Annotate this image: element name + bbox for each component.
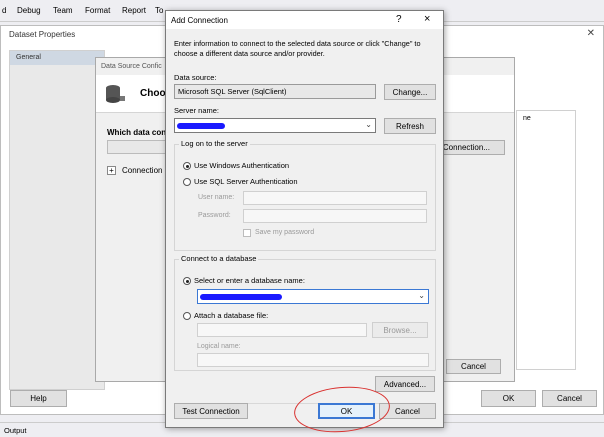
browse-button[interactable]: Browse... — [372, 322, 428, 338]
nav-item-general[interactable]: General — [10, 51, 104, 65]
server-name-label: Server name: — [174, 106, 220, 115]
menu-item-report[interactable]: Report — [122, 6, 146, 15]
attach-db-radio[interactable] — [183, 312, 191, 320]
select-db-radio[interactable] — [183, 277, 191, 285]
dialog-title: Add Connection — [171, 16, 228, 25]
dataset-properties-title: Dataset Properties — [9, 30, 76, 39]
which-connection-label: Which data conn — [107, 128, 171, 137]
wizard-title: Data Source Confic — [101, 63, 162, 70]
sql-auth-radio[interactable] — [183, 178, 191, 186]
database-group-label: Connect to a database — [179, 254, 259, 263]
close-icon[interactable]: × — [424, 13, 430, 25]
menu-item-tools[interactable]: To — [155, 6, 163, 15]
help-icon[interactable]: ? — [396, 14, 402, 25]
save-password-label[interactable]: Save my password — [255, 229, 314, 236]
logon-group-label: Log on to the server — [179, 139, 250, 148]
database-name-combo[interactable]: ⌄ — [197, 289, 429, 304]
output-tab[interactable]: Output — [4, 426, 27, 435]
logical-name-label: Logical name: — [197, 343, 241, 350]
dataset-cancel-button[interactable]: Cancel — [542, 390, 597, 407]
save-password-checkbox[interactable] — [243, 229, 251, 237]
test-connection-button[interactable]: Test Connection — [174, 403, 248, 419]
help-button[interactable]: Help — [10, 390, 67, 407]
sql-auth-label[interactable]: Use SQL Server Authentication — [194, 177, 298, 186]
database-group: Connect to a database Select or enter a … — [174, 254, 436, 371]
add-connection-dialog: Add Connection ? × Enter information to … — [165, 10, 444, 428]
wizard-list: ne — [516, 110, 576, 370]
wizard-cancel-button[interactable]: Cancel — [446, 359, 501, 374]
database-icon — [106, 85, 125, 103]
chevron-down-icon[interactable]: ⌄ — [418, 291, 425, 300]
refresh-button[interactable]: Refresh — [384, 118, 436, 134]
chevron-down-icon[interactable]: ⌄ — [365, 120, 372, 129]
data-source-label: Data source: — [174, 73, 217, 82]
user-name-field[interactable] — [243, 191, 427, 205]
connection-combo[interactable] — [107, 140, 167, 154]
dataset-ok-button[interactable]: OK — [481, 390, 536, 407]
intro-text: Enter information to connect to the sele… — [174, 39, 421, 58]
menu-item-tools-partial[interactable]: d — [2, 6, 6, 15]
expand-icon[interactable]: + — [107, 166, 116, 175]
data-source-field: Microsoft SQL Server (SqlClient) — [174, 84, 376, 99]
menu-item-debug[interactable]: Debug — [17, 6, 41, 15]
logon-group: Log on to the server Use Windows Authent… — [174, 139, 436, 251]
attach-db-label[interactable]: Attach a database file: — [194, 311, 268, 320]
change-button[interactable]: Change... — [384, 84, 436, 100]
connection-string-label: Connection — [122, 166, 163, 175]
close-icon[interactable]: ✕ — [587, 28, 595, 39]
dataset-nav-pane: General — [9, 50, 105, 390]
wizard-heading: Choo — [140, 88, 166, 99]
windows-auth-label[interactable]: Use Windows Authentication — [194, 161, 289, 170]
logical-name-field[interactable] — [197, 353, 429, 367]
menu-item-format[interactable]: Format — [85, 6, 110, 15]
attach-db-path-field[interactable] — [197, 323, 367, 337]
password-field[interactable] — [243, 209, 427, 223]
password-label: Password: — [198, 212, 231, 219]
list-header: ne — [523, 115, 531, 122]
server-name-combo[interactable]: ⌄ — [174, 118, 376, 133]
user-name-label: User name: — [198, 194, 235, 201]
advanced-button[interactable]: Advanced... — [375, 376, 435, 392]
redacted-server-name — [177, 123, 225, 129]
redacted-database-name — [200, 294, 282, 300]
windows-auth-radio[interactable] — [183, 162, 191, 170]
select-db-label[interactable]: Select or enter a database name: — [194, 276, 305, 285]
dialog-titlebar: Add Connection ? × — [166, 11, 443, 29]
menu-item-team[interactable]: Team — [53, 6, 73, 15]
